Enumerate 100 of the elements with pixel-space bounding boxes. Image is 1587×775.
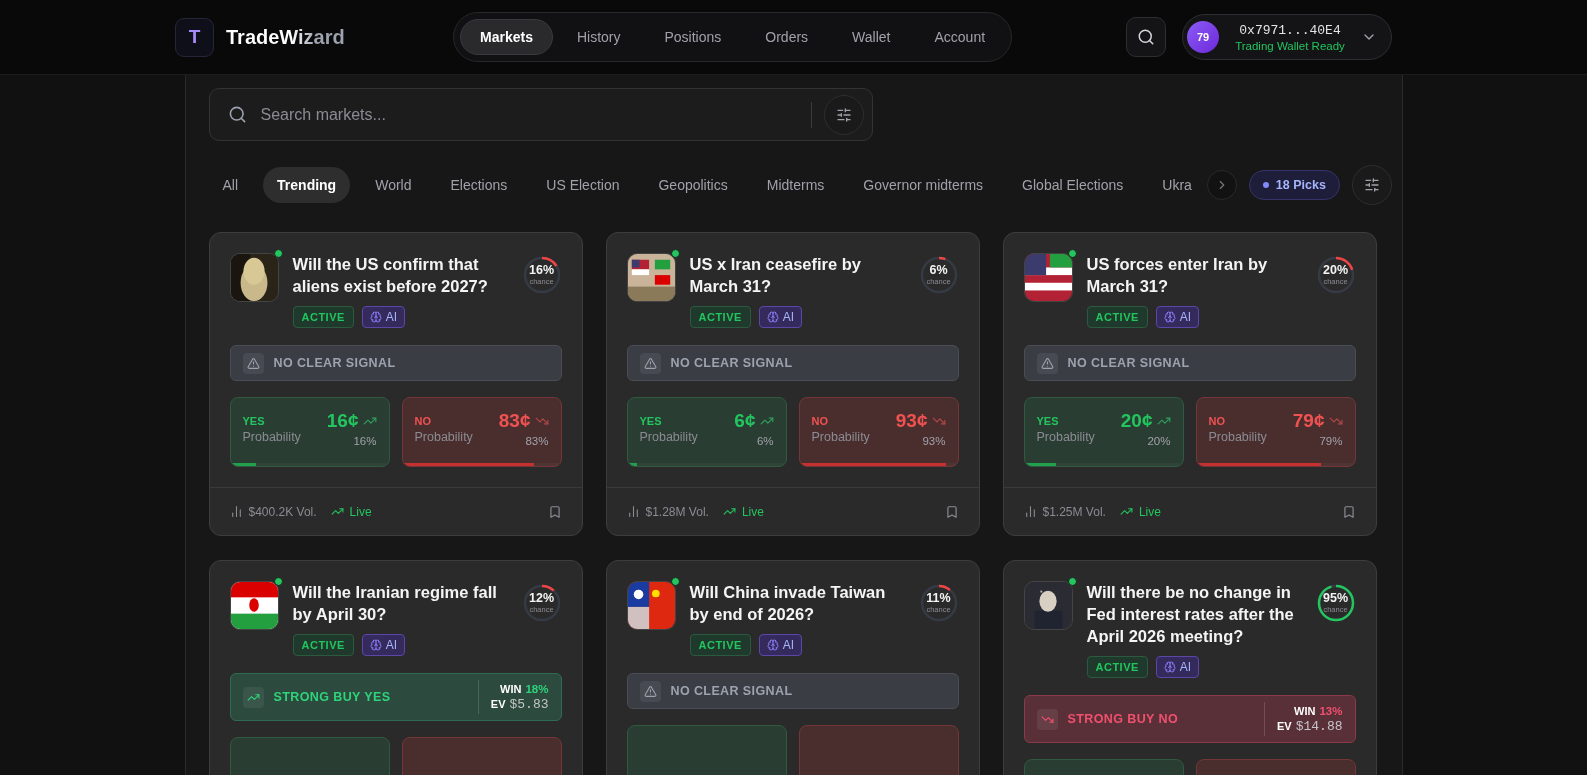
chance-value: 11%	[926, 592, 951, 605]
warning-icon	[242, 352, 264, 374]
trend-down-icon	[1036, 708, 1058, 730]
probability-label: Probability	[242, 430, 302, 444]
ev-stat: EV $5.83	[490, 696, 549, 712]
ai-badge: AI	[1155, 306, 1200, 328]
nav-tab[interactable]: Markets	[460, 19, 553, 55]
no-price-box[interactable]: NO Probability 79¢ 79%	[1195, 397, 1356, 467]
sliders-icon	[1363, 177, 1380, 193]
probability-value: 83%	[524, 435, 549, 447]
trend-up-icon	[242, 686, 264, 708]
chance-value: 20%	[1323, 264, 1348, 277]
ai-badge: AI	[361, 306, 406, 328]
chance-value: 6%	[929, 264, 948, 277]
category-tab[interactable]: Ukra	[1148, 167, 1206, 203]
category-tab[interactable]: Geopolitics	[644, 167, 742, 203]
bar-chart-icon	[229, 505, 243, 518]
status-badge: ACTIVE	[292, 306, 354, 328]
sliders-icon	[835, 106, 852, 123]
category-tab[interactable]: Elections	[436, 167, 522, 203]
nav-tab[interactable]: Orders	[745, 19, 829, 55]
status-badge: ACTIVE	[689, 306, 751, 328]
nav-tab[interactable]: Positions	[644, 19, 742, 55]
bookmark-icon[interactable]	[1341, 504, 1356, 519]
search-icon	[227, 105, 247, 124]
wallet-button[interactable]: 79 0x7971...40E4 Trading Wallet Ready	[1182, 14, 1392, 60]
signal-label: NO CLEAR SIGNAL	[273, 356, 397, 370]
bar-chart-icon	[1023, 505, 1037, 518]
ev-stat: EV $14.88	[1277, 718, 1343, 734]
category-tab[interactable]: World	[361, 167, 426, 203]
no-price-box[interactable]: NO Probability 83¢ 83%	[401, 397, 562, 467]
bar-chart-icon	[626, 505, 640, 518]
signal-label: STRONG BUY NO	[1067, 712, 1180, 726]
search-bar[interactable]: Search markets...	[208, 88, 873, 141]
win-stat: WIN 18%	[500, 682, 549, 695]
category-tab[interactable]: Global Elections	[1008, 167, 1138, 203]
status-badge: ACTIVE	[1086, 656, 1148, 678]
nav-tab[interactable]: Wallet	[832, 19, 911, 55]
probability-label: Probability	[811, 430, 871, 444]
probability-value: 6%	[755, 435, 774, 447]
nav-tab[interactable]: Account	[914, 19, 1006, 55]
category-tab[interactable]: Governor midterms	[849, 167, 998, 203]
ai-badge: AI	[758, 634, 803, 656]
market-title: Will the US confirm that aliens exist before 2027?	[292, 254, 489, 297]
market-title: US forces enter Iran by March 31?	[1086, 254, 1269, 297]
scroll-right-button[interactable]	[1206, 170, 1237, 200]
market-title: Will the Iranian regime fall by April 30?	[292, 582, 498, 625]
search-button[interactable]	[1126, 17, 1166, 57]
signal-label: STRONG BUY YES	[273, 690, 392, 704]
chance-value: 95%	[1323, 592, 1348, 605]
picks-badge[interactable]: 18 Picks	[1248, 170, 1340, 200]
price-value: 83¢	[498, 410, 531, 432]
logo[interactable]: T	[175, 17, 214, 57]
category-tab[interactable]: US Election	[532, 167, 634, 203]
live-text: Live	[1138, 504, 1161, 519]
price-value: 79¢	[1292, 410, 1325, 432]
probability-value: 16%	[352, 435, 377, 447]
live-text: Live	[349, 504, 372, 519]
yes-price-box[interactable]	[626, 725, 787, 775]
search-icon	[1137, 28, 1155, 46]
live-text: Live	[741, 504, 764, 519]
chance-value: 16%	[529, 264, 554, 277]
probability-value: 20%	[1146, 435, 1171, 447]
volume-text: $1.28M Vol.	[645, 504, 709, 519]
signal-label: NO CLEAR SIGNAL	[670, 684, 794, 698]
yes-price-box[interactable]: YES Probability 16¢ 16%	[229, 397, 390, 467]
signal-label: NO CLEAR SIGNAL	[670, 356, 794, 370]
warning-icon	[639, 680, 661, 702]
market-title: US x Iran ceasefire by March 31?	[689, 254, 862, 297]
probability-label: Probability	[1036, 430, 1096, 444]
probability-value: 93%	[921, 435, 946, 447]
bookmark-icon[interactable]	[547, 504, 562, 519]
status-badge: ACTIVE	[1086, 306, 1148, 328]
volume-text: $400.2K Vol.	[248, 504, 317, 519]
wallet-address: 0x7971...40E4	[1239, 22, 1341, 38]
trend-up-icon	[722, 505, 736, 518]
bookmark-icon[interactable]	[944, 504, 959, 519]
chance-value: 12%	[529, 592, 554, 605]
category-tab[interactable]: All	[208, 167, 253, 203]
probability-label: Probability	[1208, 430, 1268, 444]
wallet-status: Trading Wallet Ready	[1235, 39, 1345, 52]
trend-up-icon	[330, 505, 344, 518]
ai-badge: AI	[758, 306, 803, 328]
no-price-box[interactable]	[798, 725, 959, 775]
yes-price-box[interactable]: YES Probability 6¢ 6%	[626, 397, 787, 467]
no-price-box[interactable]: NO Probability 93¢ 93%	[798, 397, 959, 467]
search-field[interactable]: Search markets...	[258, 104, 799, 125]
price-value: 6¢	[734, 410, 756, 432]
yes-price-box[interactable]: YES Probability 20¢ 20%	[1023, 397, 1184, 467]
volume-text: $1.25M Vol.	[1042, 504, 1106, 519]
status-badge: ACTIVE	[292, 634, 354, 656]
ai-badge: AI	[1155, 656, 1200, 678]
nav-tab[interactable]: History	[556, 19, 641, 55]
side-label: NO	[414, 415, 432, 427]
category-tab[interactable]: Trending	[263, 167, 351, 203]
filter-button[interactable]	[1351, 165, 1392, 205]
probability-value: 79%	[1318, 435, 1343, 447]
category-tab[interactable]: Midterms	[752, 167, 839, 203]
warning-icon	[1036, 352, 1058, 374]
probability-label: Probability	[414, 430, 474, 444]
